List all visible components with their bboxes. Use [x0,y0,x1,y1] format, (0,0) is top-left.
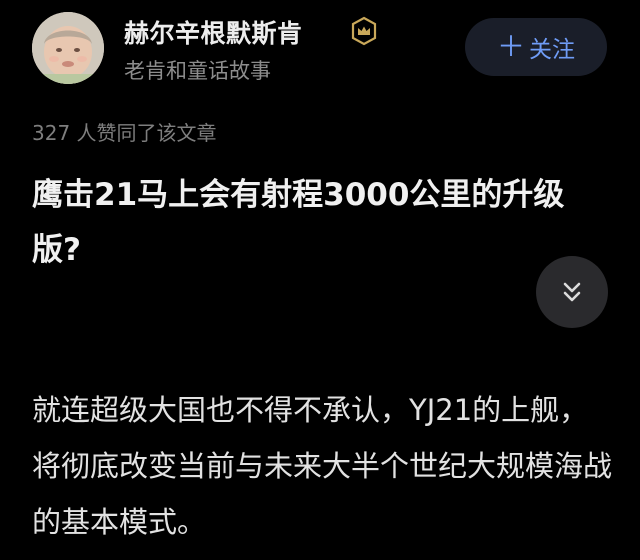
follow-label: 关注 [529,37,575,63]
likes-summary: 327 人赞同了该文章 [32,117,217,146]
avatar[interactable] [32,12,104,84]
collapse-button[interactable] [536,256,608,328]
plus-icon: ＋ [496,30,525,63]
author-subtitle[interactable]: 老肯和童话故事 [124,55,271,85]
article-body: 就连超级大国也不得不承认，YJ21的上舰，将彻底改变当前与未来大半个世纪大规模海… [32,393,613,539]
author-name[interactable]: 赫尔辛根默斯肯 [124,14,303,50]
follow-button[interactable]: ＋ 关注 [465,18,607,76]
crown-badge-icon[interactable] [349,16,379,46]
author-header: 赫尔辛根默斯肯 老肯和童话故事 ＋ 关注 [0,0,640,100]
likes-text: 人赞同了该文章 [70,121,217,145]
article-title: 鹰击21马上会有射程3000公里的升级版? [32,177,565,268]
double-chevron-down-icon [563,282,581,302]
baby-photo-avatar-icon [32,12,104,84]
likes-count: 327 [32,121,71,145]
